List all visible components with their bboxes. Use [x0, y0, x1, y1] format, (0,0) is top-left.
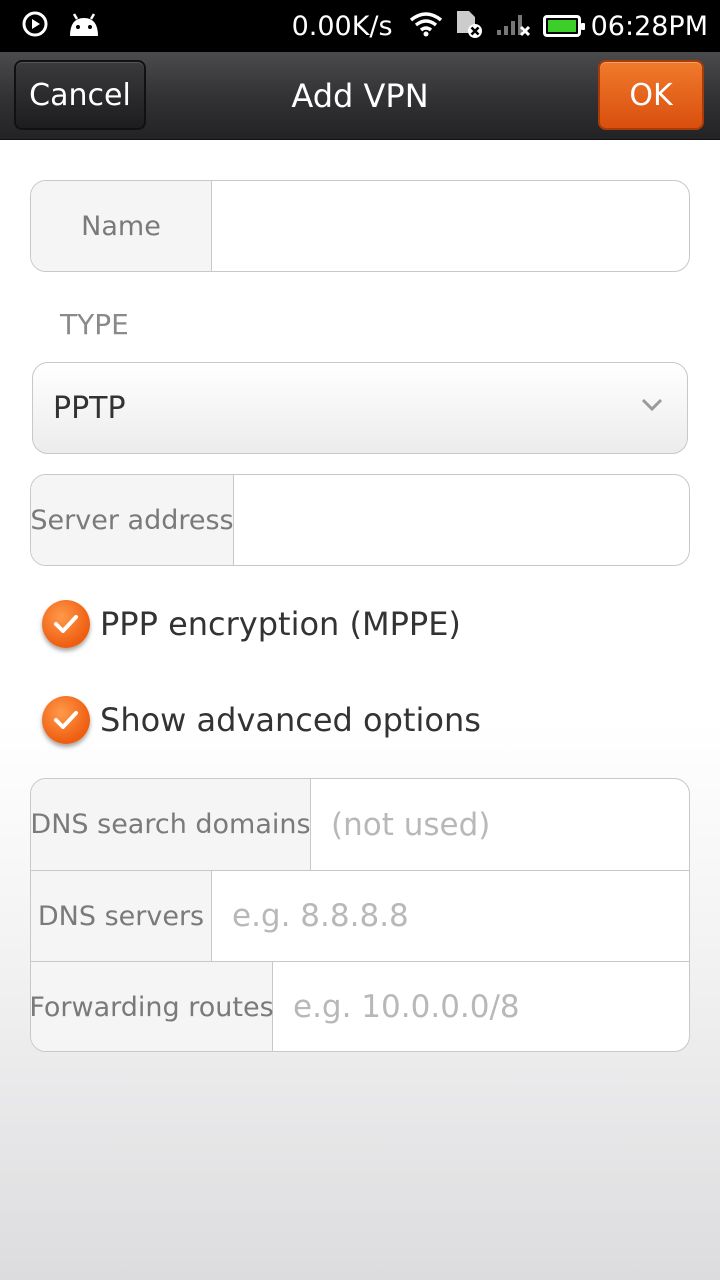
dns-servers-input[interactable]: e.g. 8.8.8.8: [212, 871, 689, 961]
android-icon: [66, 10, 102, 42]
forwarding-routes-label: Forwarding routes: [31, 962, 274, 1051]
name-field[interactable]: Name: [30, 180, 690, 272]
server-address-label: Server address: [31, 475, 234, 565]
ok-button[interactable]: OK: [598, 60, 704, 130]
dns-search-domains-label: DNS search domains: [31, 779, 311, 870]
sim-off-icon: [453, 9, 485, 43]
chevron-down-icon: [641, 397, 663, 415]
dns-search-domains-field[interactable]: DNS search domains (not used): [31, 779, 689, 870]
show-advanced-checkbox[interactable]: Show advanced options: [42, 696, 481, 744]
name-label: Name: [31, 181, 212, 271]
dns-servers-field[interactable]: DNS servers e.g. 8.8.8.8: [31, 870, 689, 961]
show-advanced-label: Show advanced options: [100, 701, 481, 739]
cancel-button[interactable]: Cancel: [14, 60, 146, 130]
type-section-label: TYPE: [60, 308, 129, 341]
dns-servers-label: DNS servers: [31, 871, 212, 961]
forwarding-routes-input[interactable]: e.g. 10.0.0.0/8: [273, 962, 689, 1051]
server-address-field[interactable]: Server address: [30, 474, 690, 566]
checkmark-icon: [42, 696, 90, 744]
checkmark-icon: [42, 600, 90, 648]
ppp-encryption-checkbox[interactable]: PPP encryption (MPPE): [42, 600, 461, 648]
forwarding-routes-field[interactable]: Forwarding routes e.g. 10.0.0.0/8: [31, 961, 689, 1051]
name-input[interactable]: [212, 181, 689, 271]
battery-icon: [542, 15, 585, 37]
play-circle-icon: [22, 11, 48, 41]
type-value: PPTP: [53, 390, 126, 426]
status-bar: 0.00K/s 06:28PM: [0, 0, 720, 52]
signal-icon: [495, 11, 531, 41]
dns-search-domains-input[interactable]: (not used): [311, 779, 689, 870]
advanced-options-group: DNS search domains (not used) DNS server…: [30, 778, 690, 1052]
server-address-input[interactable]: [234, 475, 689, 565]
network-speed: 0.00K/s: [291, 10, 393, 42]
type-select[interactable]: PPTP: [32, 362, 688, 454]
title-bar: Cancel Add VPN OK: [0, 52, 720, 140]
ppp-encryption-label: PPP encryption (MPPE): [100, 605, 461, 643]
wifi-icon: [409, 11, 443, 41]
clock: 06:28PM: [590, 10, 708, 42]
